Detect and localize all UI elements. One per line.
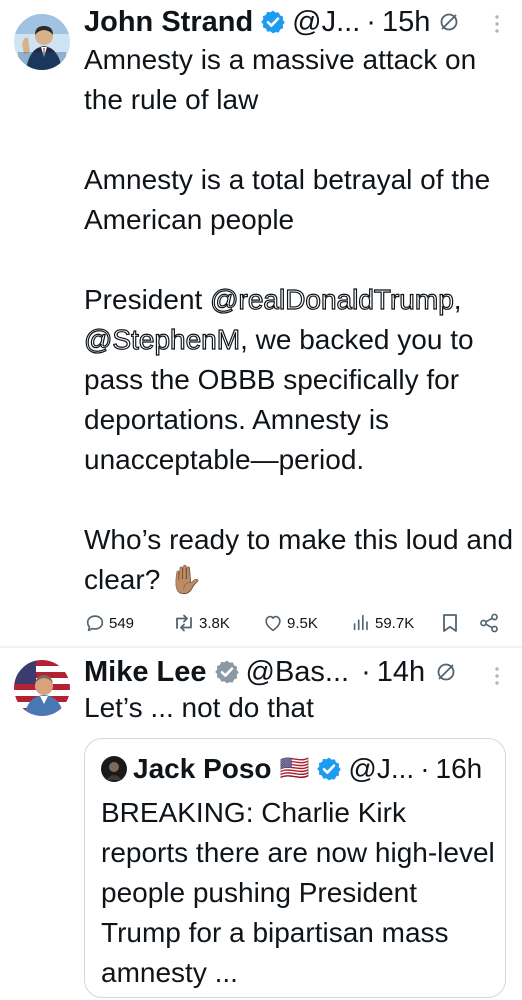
like-button[interactable]: 9.5K (262, 612, 318, 634)
repost-icon (176, 614, 192, 632)
tweet-paragraph: President @realDonaldTrump, @StephenM, we… (83, 280, 514, 480)
avatar[interactable] (14, 14, 70, 70)
timestamp[interactable]: 14h (377, 654, 425, 690)
author-handle[interactable]: @Bas... (246, 654, 350, 690)
reply-count: 549 (109, 614, 135, 632)
tweet-header: John Strand @J... · 15h (84, 4, 460, 40)
verified-badge-icon (214, 660, 239, 684)
tweet-header: Mike Lee @Bas... · 14h (84, 654, 457, 690)
timestamp[interactable]: 15h (382, 4, 430, 40)
us-flag-icon: 🇺🇸 (279, 755, 310, 782)
views-button[interactable]: 59.7K (350, 612, 414, 634)
text-segment: President (84, 284, 211, 315)
mention-stephenm[interactable]: @StephenM (83, 323, 240, 355)
avatar-image (14, 660, 70, 716)
quoted-tweet[interactable]: Jack Poso 🇺🇸 @J... · 16h BREAKING: Charl… (84, 738, 506, 998)
bookmark-button[interactable] (440, 612, 460, 634)
tweet-paragraph: Amnesty is a massive attack on the rule … (84, 44, 477, 115)
tweet-actions: 549 3.8K 9.5K 59.7K (84, 608, 504, 638)
tweet-paragraph: Let’s ... not do that (84, 692, 314, 723)
separator-dot: · (420, 753, 430, 784)
reply-button[interactable]: 549 (84, 612, 134, 634)
heart-icon (265, 615, 281, 632)
quoted-avatar[interactable] (101, 756, 127, 782)
tweet-text: Let’s ... not do that (84, 688, 514, 728)
avatar[interactable] (14, 660, 70, 716)
mention-realdonaldtrump[interactable]: @realDonaldTrump (209, 283, 454, 315)
share-button[interactable] (478, 612, 500, 634)
author-name[interactable]: Mike Lee (84, 654, 207, 690)
repost-button[interactable]: 3.8K (172, 612, 230, 634)
verified-badge-icon (317, 757, 342, 781)
quoted-timestamp[interactable]: 16h (436, 751, 483, 787)
text-segment: , (453, 284, 462, 315)
quoted-author-name[interactable]: Jack Poso (133, 751, 272, 787)
repost-count: 3.8K (199, 614, 230, 632)
verified-badge-icon (261, 10, 285, 34)
quoted-author-handle[interactable]: @J... (348, 751, 414, 787)
tweet-text: Amnesty is a massive attack on the rule … (83, 40, 514, 600)
reply-icon (86, 615, 104, 632)
more-options-icon[interactable] (494, 666, 500, 686)
views-icon (353, 614, 368, 631)
quoted-tweet-header: Jack Poso 🇺🇸 @J... · 16h (101, 751, 482, 787)
tweet-john-strand[interactable]: John Strand @J... · 15h Amnesty is a mas… (0, 0, 522, 645)
separator-dot: · (366, 6, 376, 38)
edited-icon (440, 13, 458, 31)
tweet-paragraph: Who’s ready to make this loud and clear?… (84, 524, 514, 595)
more-options-icon[interactable] (494, 14, 500, 34)
tweet-paragraph: Amnesty is a total betrayal of the Ameri… (84, 164, 491, 235)
bookmark-icon (443, 614, 457, 632)
share-icon (480, 613, 498, 633)
quoted-tweet-text: BREAKING: Charlie Kirk reports there are… (101, 797, 495, 988)
author-handle[interactable]: @J... (292, 4, 360, 40)
views-count: 59.7K (375, 614, 415, 632)
like-count: 9.5K (287, 614, 318, 632)
author-name[interactable]: John Strand (84, 4, 253, 40)
edited-icon (437, 663, 455, 681)
avatar-image (14, 14, 70, 70)
separator-dot: · (361, 656, 371, 688)
